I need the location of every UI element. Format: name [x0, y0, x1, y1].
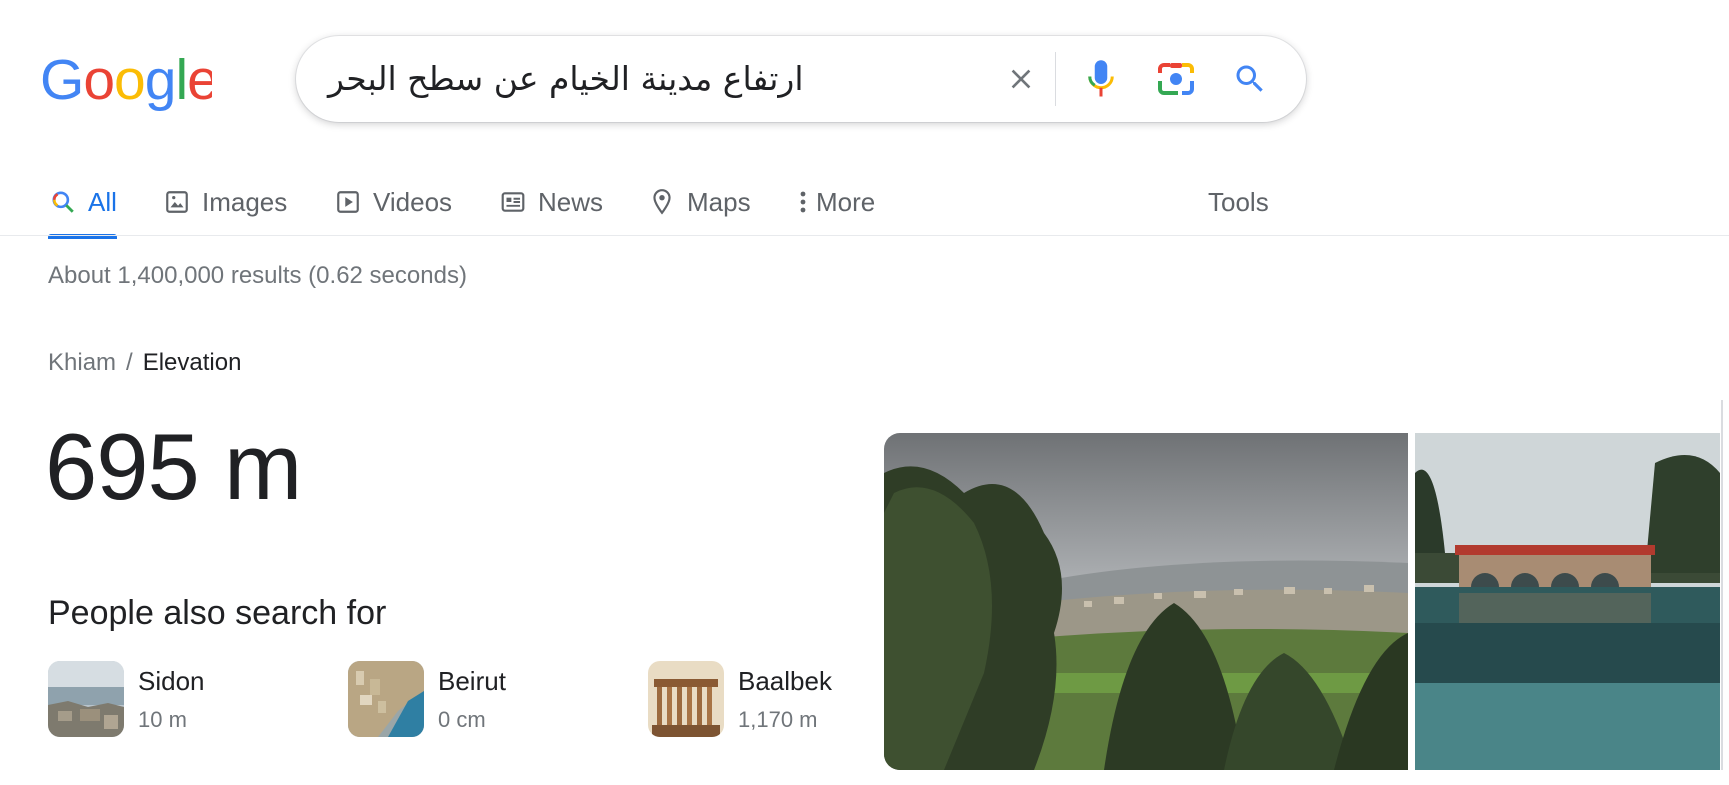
- tab-maps-label: Maps: [687, 186, 751, 217]
- tab-images-label: Images: [202, 186, 288, 217]
- tabs-divider: [0, 235, 1729, 236]
- tab-news-label: News: [538, 186, 604, 217]
- tab-maps[interactable]: Maps: [647, 168, 751, 236]
- pasf-name: Sidon: [138, 666, 205, 696]
- pasf-item-baalbek[interactable]: Baalbek 1,170 m: [648, 661, 832, 737]
- breadcrumb: Khiam / Elevation: [48, 349, 241, 377]
- pasf-value: 0 cm: [438, 707, 486, 732]
- search-icon: [48, 187, 78, 217]
- image-icon: [162, 187, 192, 217]
- logo-letter-o2: o: [114, 52, 145, 112]
- breadcrumb-current: Elevation: [142, 349, 242, 376]
- pasf-name: Baalbek: [738, 666, 832, 696]
- play-icon: [333, 187, 363, 217]
- pasf-value: 10 m: [138, 707, 187, 732]
- google-logo[interactable]: Google: [40, 52, 212, 112]
- svg-text:Google: Google: [40, 52, 212, 112]
- logo-letter-g: G: [40, 52, 83, 112]
- result-stats: About 1,400,000 results (0.62 seconds): [48, 262, 467, 289]
- tools-button[interactable]: Tools: [1208, 168, 1269, 236]
- sidon-thumbnail: [48, 661, 124, 737]
- microphone-icon[interactable]: [1076, 54, 1126, 104]
- newspaper-icon: [498, 187, 528, 217]
- tab-images[interactable]: Images: [162, 168, 287, 236]
- more-vert-icon: [796, 187, 810, 217]
- search-tabs: All Images Videos News Maps More Tools: [0, 168, 1729, 239]
- tab-all[interactable]: All: [48, 168, 117, 239]
- pasf-item-sidon[interactable]: Sidon 10 m: [48, 661, 205, 737]
- tab-videos[interactable]: Videos: [333, 168, 452, 236]
- logo-letter-e: e: [187, 52, 212, 112]
- tools-label: Tools: [1208, 186, 1269, 217]
- google-lens-icon[interactable]: [1151, 54, 1201, 104]
- logo-letter-o1: o: [83, 52, 114, 112]
- search-icon[interactable]: [1225, 54, 1275, 104]
- tab-more[interactable]: More: [796, 168, 875, 236]
- logo-letter-l: l: [175, 52, 187, 112]
- khiam-landscape-photo[interactable]: [884, 433, 1408, 770]
- close-icon[interactable]: [996, 54, 1046, 104]
- tab-videos-label: Videos: [373, 186, 453, 217]
- people-also-search-title: People also search for: [48, 594, 387, 632]
- map-pin-icon: [647, 187, 677, 217]
- tab-all-label: All: [88, 186, 117, 217]
- elevation-answer: 695 m: [45, 414, 302, 519]
- breadcrumb-separator: /: [126, 349, 133, 376]
- pasf-value: 1,170 m: [738, 707, 818, 732]
- search-divider: [1055, 52, 1056, 106]
- search-box[interactable]: ارتفاع مدينة الخيام عن سطح البحر: [296, 36, 1306, 122]
- pasf-name: Beirut: [438, 666, 506, 696]
- breadcrumb-parent[interactable]: Khiam: [48, 349, 116, 377]
- tab-news[interactable]: News: [498, 168, 603, 236]
- carousel-edge: [1721, 400, 1723, 770]
- baalbek-thumbnail: [648, 661, 724, 737]
- tab-more-label: More: [816, 186, 876, 217]
- logo-letter-g2: g: [145, 52, 176, 112]
- search-input[interactable]: ارتفاع مدينة الخيام عن سطح البحر: [328, 54, 804, 104]
- pasf-item-beirut[interactable]: Beirut 0 cm: [348, 661, 506, 737]
- khiam-river-photo[interactable]: [1415, 433, 1720, 770]
- beirut-thumbnail: [348, 661, 424, 737]
